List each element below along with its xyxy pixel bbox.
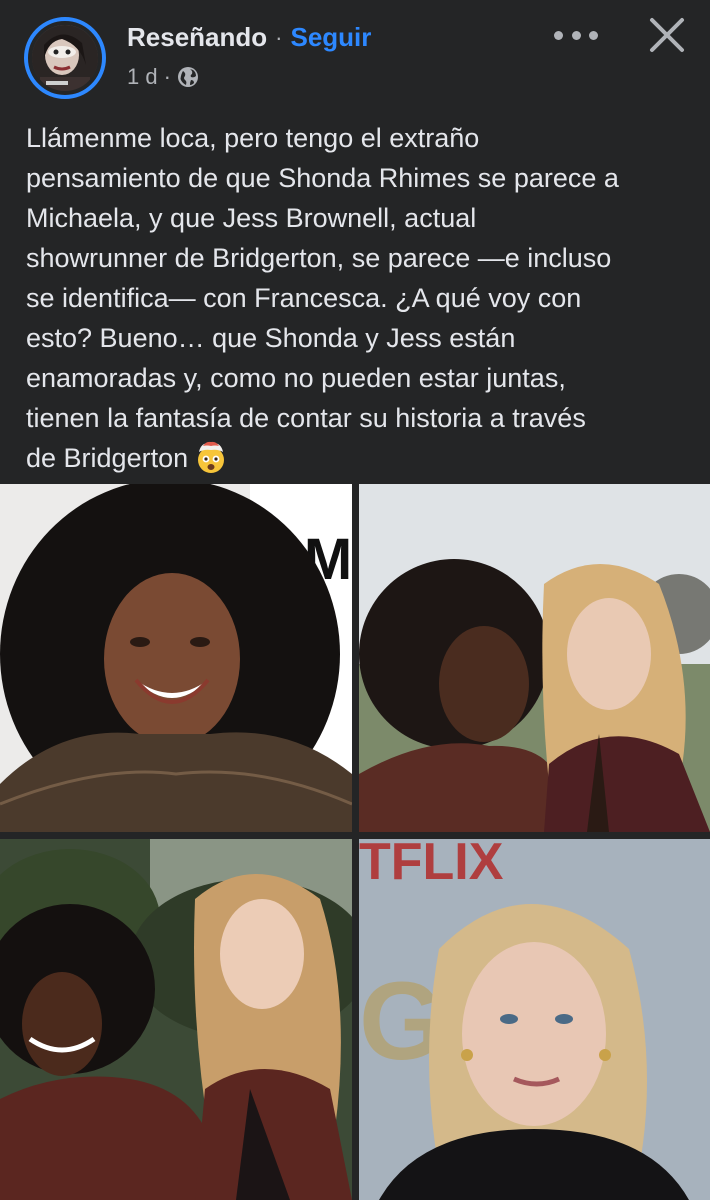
more-dot [554,30,563,40]
more-dot [571,30,581,40]
post-text: Llámenme loca, pero tengo el extraño pen… [26,118,696,478]
post-text-line-last: de Bridgerton [26,438,696,478]
separator-dot: · [275,24,283,50]
photo-3[interactable] [0,839,352,1200]
author-name[interactable]: Reseñando [127,22,267,53]
post-text-line: tienen la fantasía de contar su historia… [26,403,586,433]
post-text-line: enamoradas y, como no pueden estar junta… [26,363,566,393]
photo-4-backdrop-text: TFLIX [359,839,504,891]
more-options-icon[interactable] [554,20,598,50]
post-meta: 1 d · [127,64,199,90]
close-icon[interactable] [646,14,688,56]
post-timestamp[interactable]: 1 d [127,64,158,90]
post-text-line: esto? Bueno… que Shonda y Jess están [26,323,516,353]
exploding-head-emoji-icon [194,440,228,474]
meta-separator: · [163,64,171,89]
photo-4[interactable]: TFLIX GE T [359,839,710,1200]
photo-1[interactable]: AM [0,484,352,832]
avatar-image [32,25,98,91]
photo-2[interactable] [359,484,710,832]
post-text-line: pensamiento de que Shonda Rhimes se pare… [26,163,619,193]
post-text-line: Llámenme loca, pero tengo el extraño [26,123,480,153]
post-text-line: showrunner de Bridgerton, se parece —e i… [26,243,612,273]
globe-icon [177,66,199,88]
more-dot [589,30,598,40]
post-text-line: de Bridgerton [26,443,189,473]
follow-button[interactable]: Seguir [290,22,371,53]
author-avatar[interactable] [24,17,106,99]
author-line: Reseñando · Seguir [127,22,371,53]
post-text-line: se identifica— con Francesca. ¿A qué voy… [26,283,582,313]
post-text-line: Michaela, y que Jess Brownell, actual [26,203,477,233]
post-card: Reseñando · Seguir 1 d · Llámenme loca, … [0,0,710,1200]
